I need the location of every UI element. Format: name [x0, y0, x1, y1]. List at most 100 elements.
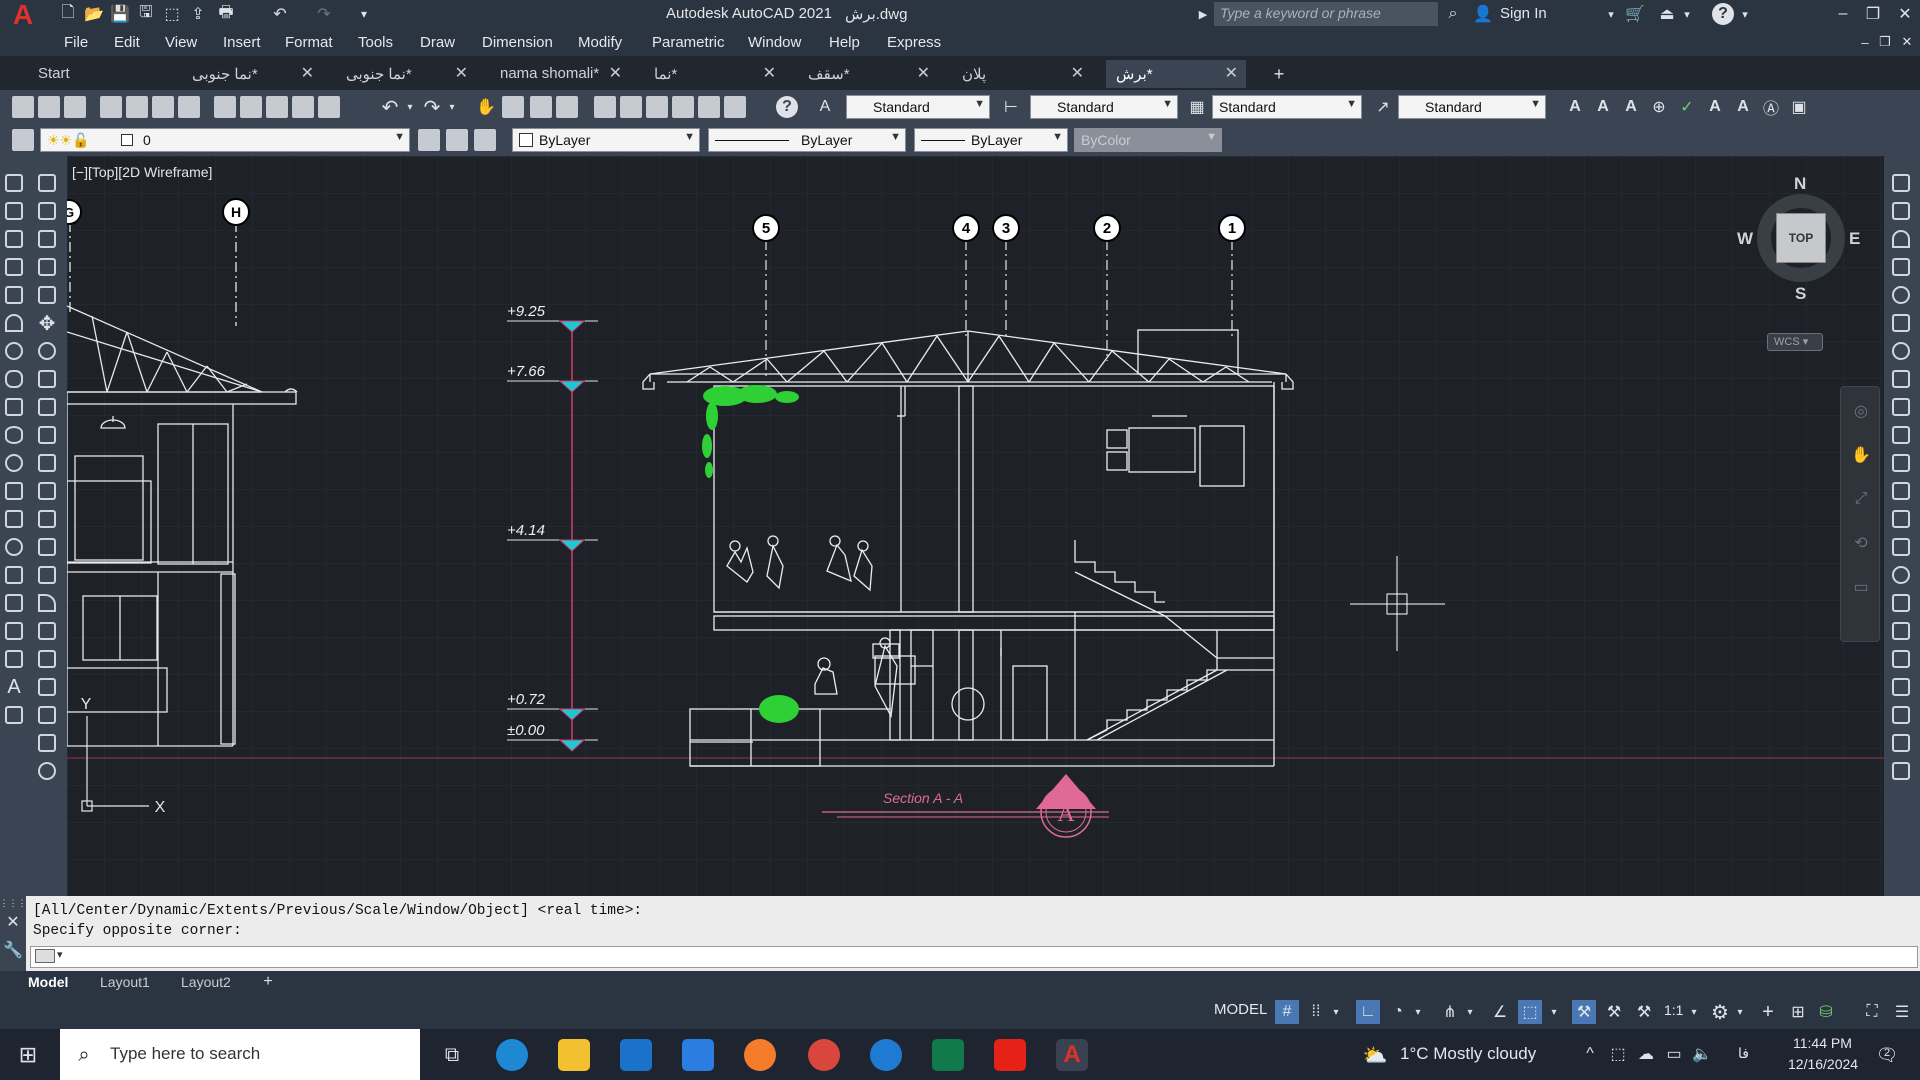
jogged-linear-icon[interactable]: [1892, 622, 1910, 640]
extend-icon[interactable]: [38, 454, 56, 472]
dim-break-icon[interactable]: [1892, 510, 1910, 528]
annotation-visibility-icon[interactable]: ⚒: [1572, 1000, 1596, 1024]
close-tab-icon[interactable]: ✕: [609, 63, 622, 83]
lineweight-select[interactable]: ByLayer ▼: [914, 128, 1068, 152]
battery-icon[interactable]: ▭: [1664, 1043, 1684, 1065]
line-icon[interactable]: [5, 174, 23, 192]
spline-icon[interactable]: [5, 398, 23, 416]
layer-properties-icon[interactable]: [12, 129, 34, 151]
tab-nama-shomali[interactable]: nama shomali* ✕: [490, 60, 630, 88]
volume-icon[interactable]: 🔈: [1692, 1043, 1712, 1065]
viewport-controls[interactable]: [−][Top][2D Wireframe]: [72, 164, 212, 180]
tab-start[interactable]: Start: [28, 60, 168, 88]
wcs-menu[interactable]: WCS ▾: [1767, 333, 1823, 351]
annotation-scale-icon[interactable]: ⚒: [1632, 1000, 1656, 1024]
arc-icon[interactable]: [5, 314, 23, 332]
jogged-dim-icon[interactable]: [1892, 314, 1910, 332]
region-icon[interactable]: [5, 622, 23, 640]
workspace-gear-icon[interactable]: ⚙: [1708, 1000, 1732, 1024]
text-frame-icon[interactable]: Ⓐ: [1760, 96, 1782, 118]
help-icon[interactable]: ?: [1712, 3, 1734, 25]
save-icon[interactable]: [64, 96, 86, 118]
save-icon[interactable]: 💾: [110, 4, 130, 24]
orbit-icon[interactable]: ⟲: [1849, 531, 1873, 555]
auto-scale-icon[interactable]: ⚒: [1602, 1000, 1626, 1024]
matchprop-icon[interactable]: [292, 96, 314, 118]
minimize-icon[interactable]: –: [1832, 3, 1854, 25]
chamfer-icon[interactable]: [38, 566, 56, 584]
user-icon[interactable]: 👤: [1472, 3, 1494, 25]
move-icon[interactable]: ✥: [36, 312, 58, 335]
tab-layout2[interactable]: Layout2: [181, 974, 231, 990]
doc-minimize-icon[interactable]: –: [1856, 33, 1874, 51]
make-block-icon[interactable]: [5, 510, 23, 528]
text-style-select[interactable]: Standard ▼: [846, 95, 990, 119]
show-hidden-icons-icon[interactable]: ^: [1580, 1043, 1600, 1065]
tab-layout1[interactable]: Layout1: [100, 974, 150, 990]
onedrive-icon[interactable]: ☁: [1636, 1043, 1656, 1065]
offset-icon[interactable]: [38, 258, 56, 276]
compass-north[interactable]: N: [1794, 174, 1806, 194]
mtext-icon[interactable]: A: [1592, 96, 1614, 118]
find-text-icon[interactable]: ⊕: [1648, 96, 1670, 118]
dim-style-manager-icon[interactable]: [1892, 734, 1910, 752]
cut-icon[interactable]: [214, 96, 236, 118]
break-point-icon[interactable]: [38, 482, 56, 500]
restore-icon[interactable]: ❐: [1862, 3, 1884, 25]
youtube-icon[interactable]: [994, 1039, 1026, 1071]
customize-quick-access-icon[interactable]: ▾: [356, 4, 372, 24]
make-current-icon[interactable]: [418, 129, 440, 151]
close-command-icon[interactable]: ✕: [3, 912, 23, 932]
properties-icon[interactable]: [594, 96, 616, 118]
dim-text-edit-icon[interactable]: [1892, 678, 1910, 696]
menu-modify[interactable]: Modify: [578, 34, 622, 51]
zoom-window-icon[interactable]: [530, 96, 552, 118]
edge-icon[interactable]: [496, 1039, 528, 1071]
blend-curves-icon[interactable]: [38, 622, 56, 640]
plot-preview-icon[interactable]: [126, 96, 148, 118]
table-icon[interactable]: [5, 650, 23, 668]
continue-dim-icon[interactable]: [1892, 454, 1910, 472]
menu-insert[interactable]: Insert: [223, 34, 261, 51]
table-style-select[interactable]: Standard ▼: [1212, 95, 1362, 119]
plot-icon[interactable]: 🖶: [214, 4, 238, 24]
snap-icon[interactable]: ⁞⁞: [1304, 1000, 1328, 1024]
paste-icon[interactable]: [266, 96, 288, 118]
text-justify-icon[interactable]: A: [1732, 96, 1754, 118]
zoom-realtime-icon[interactable]: [502, 96, 524, 118]
viewcube-top-face[interactable]: TOP: [1776, 213, 1826, 263]
text-a-icon[interactable]: A: [1564, 96, 1586, 118]
dim-space-icon[interactable]: [1892, 482, 1910, 500]
menu-edit[interactable]: Edit: [114, 34, 140, 51]
close-tab-icon[interactable]: ✕: [917, 63, 930, 83]
compass-west[interactable]: W: [1737, 229, 1753, 249]
windows-start-icon[interactable]: ⊞: [12, 1039, 44, 1071]
save-as-icon[interactable]: 🖫: [136, 4, 156, 24]
doc-restore-icon[interactable]: ❐: [1876, 33, 1894, 51]
drawing-canvas[interactable]: G H +9.25 +7.66 +4.14 +0.72 ±0.00 5 4 3 …: [67, 156, 1884, 896]
scale-dropdown-icon[interactable]: ▾: [1688, 1003, 1700, 1021]
join-icon[interactable]: [38, 538, 56, 556]
erase-icon[interactable]: [38, 174, 56, 192]
input-language[interactable]: فا: [1738, 1045, 1749, 1062]
redo-dropdown-icon[interactable]: ▾: [446, 98, 458, 116]
new-file-icon[interactable]: 🗋: [58, 4, 78, 24]
clean-screen-icon[interactable]: ⛶: [1860, 1000, 1884, 1024]
new-tab-icon[interactable]: +: [1268, 63, 1290, 85]
menu-parametric[interactable]: Parametric: [652, 34, 725, 51]
autocad-logo-icon[interactable]: A: [6, 0, 40, 30]
publish-icon[interactable]: [152, 96, 174, 118]
menu-draw[interactable]: Draw: [420, 34, 455, 51]
ordinate-dim-icon[interactable]: [1892, 258, 1910, 276]
menu-format[interactable]: Format: [285, 34, 333, 51]
grip-icon[interactable]: ⋮⋮⋮: [0, 898, 27, 908]
redo-icon[interactable]: ↷: [312, 4, 336, 24]
color-select[interactable]: ByLayer ▼: [512, 128, 700, 152]
circle-icon[interactable]: [5, 342, 23, 360]
scale-icon[interactable]: [38, 370, 56, 388]
taskbar-search-box[interactable]: ⌕ Type here to search: [60, 1029, 420, 1080]
sign-in-link[interactable]: Sign In: [1500, 5, 1547, 22]
menu-window[interactable]: Window: [748, 34, 801, 51]
hatch-icon[interactable]: [5, 566, 23, 584]
cart-icon[interactable]: 🛒: [1624, 3, 1646, 25]
